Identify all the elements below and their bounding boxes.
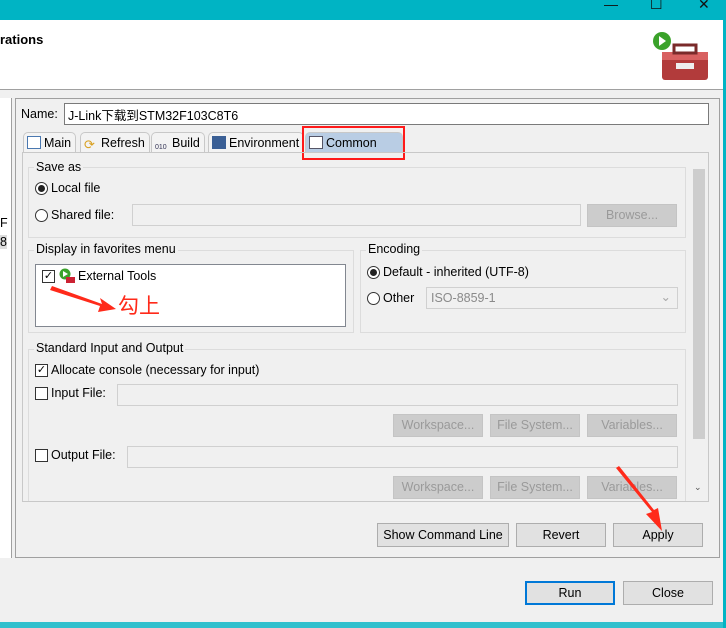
shared-file-radio[interactable] — [35, 209, 48, 222]
shared-file-label: Shared file: — [51, 208, 115, 222]
toolbox-icon — [653, 32, 708, 80]
input-file-input[interactable] — [117, 384, 678, 406]
tab-label: Main — [44, 136, 72, 150]
name-label: Name: — [21, 107, 58, 121]
annotation-text: 勾上 — [118, 295, 160, 318]
maximize-button[interactable]: ☐ — [650, 0, 663, 13]
shared-file-input[interactable] — [132, 204, 581, 226]
main-tab-icon — [27, 136, 41, 149]
other-encoding-radio[interactable] — [367, 292, 380, 305]
input-file-system-button[interactable]: File System... — [490, 414, 580, 437]
chevron-down-icon: ⌄ — [660, 290, 671, 304]
tab-label: Environment — [229, 136, 300, 150]
output-file-input[interactable] — [127, 446, 678, 468]
input-variables-button[interactable]: Variables... — [587, 414, 677, 437]
name-input[interactable] — [64, 103, 709, 125]
revert-button[interactable]: Revert — [516, 523, 606, 547]
external-tools-checkbox[interactable]: ✓ — [42, 270, 55, 283]
left-item[interactable]: F — [0, 216, 8, 230]
scrollbar[interactable]: ⌄ — [691, 155, 707, 500]
window-border — [0, 622, 726, 628]
local-file-label: Local file — [51, 181, 101, 195]
tab-environment[interactable]: Environment — [208, 132, 304, 153]
local-file-radio[interactable] — [35, 182, 48, 195]
default-encoding-radio[interactable] — [367, 266, 380, 279]
minimize-button[interactable]: — — [604, 0, 618, 12]
default-encoding-label: Default - inherited (UTF-8) — [383, 265, 529, 279]
tab-label: Refresh — [101, 136, 145, 150]
external-tools-label: External Tools — [78, 269, 157, 283]
left-item[interactable]: 8 — [0, 235, 7, 249]
tab-main[interactable]: Main — [23, 132, 77, 153]
scrollbar-thumb[interactable] — [693, 169, 705, 439]
encoding-select-value: ISO-8859-1 — [431, 291, 496, 305]
allocate-console-label: Allocate console (necessary for input) — [51, 363, 260, 377]
save-as-group: Save as — [28, 160, 686, 238]
group-title: Display in favorites menu — [34, 242, 178, 256]
build-icon: 010 — [155, 144, 167, 151]
tab-refresh[interactable]: ⟳ Refresh — [80, 132, 150, 153]
close-button[interactable]: Close — [623, 581, 713, 605]
close-window-button[interactable]: ✕ — [698, 0, 710, 13]
output-file-label: Output File: — [51, 448, 116, 462]
input-file-checkbox[interactable] — [35, 387, 48, 400]
dialog-header: rations — [0, 20, 724, 90]
encoding-select[interactable]: ISO-8859-1 ⌄ — [426, 287, 678, 309]
title-bar: — ☐ ✕ — [0, 0, 726, 20]
tab-build[interactable]: 010 Build — [151, 132, 205, 153]
external-tools-icon — [59, 268, 75, 283]
group-title: Encoding — [366, 242, 423, 256]
group-title: Standard Input and Output — [34, 341, 186, 355]
input-file-label: Input File: — [51, 386, 106, 400]
dialog-title: rations — [0, 32, 44, 47]
output-file-checkbox[interactable] — [35, 449, 48, 462]
refresh-icon: ⟳ — [84, 137, 95, 152]
browse-button[interactable]: Browse... — [587, 204, 677, 227]
allocate-console-checkbox[interactable]: ✓ — [35, 364, 48, 377]
apply-button[interactable]: Apply — [613, 523, 703, 547]
group-title: Save as — [34, 160, 84, 174]
output-variables-button[interactable]: Variables... — [587, 476, 677, 499]
run-button[interactable]: Run — [525, 581, 615, 605]
input-workspace-button[interactable]: Workspace... — [393, 414, 483, 437]
environment-icon — [212, 136, 226, 149]
show-command-line-button[interactable]: Show Command Line — [377, 523, 509, 547]
tab-label: Build — [172, 136, 200, 150]
output-file-system-button[interactable]: File System... — [490, 476, 580, 499]
other-encoding-label: Other — [383, 291, 415, 305]
output-workspace-button[interactable]: Workspace... — [393, 476, 483, 499]
